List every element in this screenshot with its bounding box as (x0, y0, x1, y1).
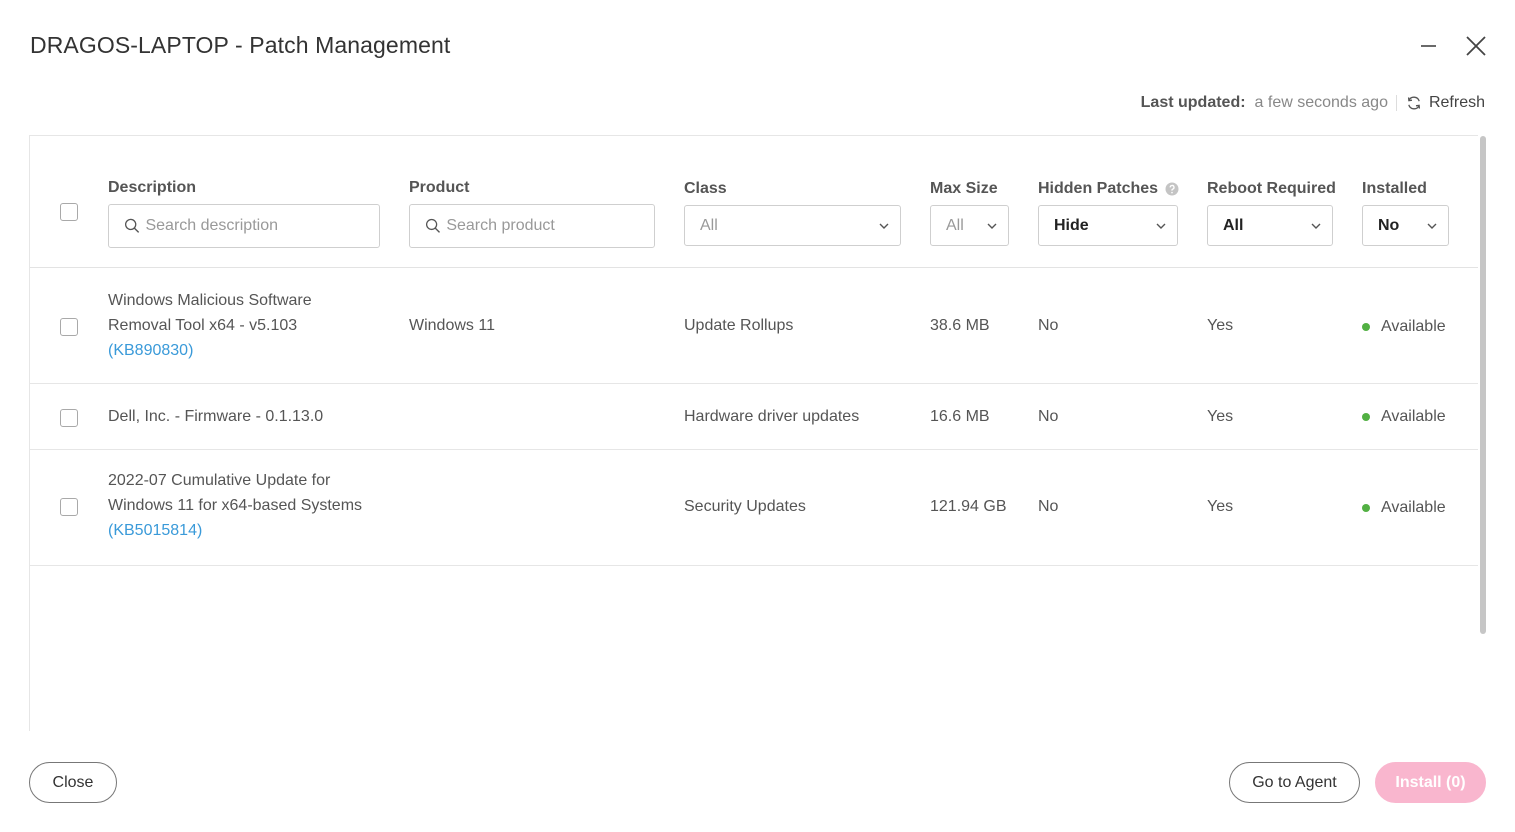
chevron-down-icon (1156, 223, 1166, 229)
table-row[interactable]: Dell, Inc. - Firmware - 0.1.13.0 Hardwar… (30, 384, 1478, 450)
table-row[interactable]: Windows Malicious Software Removal Tool … (30, 268, 1478, 384)
close-icon (1466, 36, 1486, 56)
patch-hidden: No (1038, 408, 1059, 425)
column-header-reboot-required: Reboot Required (1207, 180, 1336, 197)
status-dot-icon (1362, 503, 1370, 512)
row-checkbox[interactable] (60, 318, 78, 336)
chevron-down-icon (1427, 223, 1437, 229)
status-dot-icon (1362, 322, 1370, 331)
patch-management-dialog: DRAGOS-LAPTOP - Patch Management Last up… (0, 0, 1515, 832)
installed-filter-select[interactable]: No (1362, 205, 1449, 246)
max-size-filter-select[interactable]: All (930, 205, 1009, 246)
status-label: Available (1381, 318, 1446, 335)
description-line: Windows 11 for x64-based Systems (108, 497, 363, 514)
description-search-input[interactable] (145, 217, 379, 235)
patch-class: Hardware driver updates (684, 408, 860, 425)
patch-status: Available (1362, 404, 1446, 429)
patch-size: 16.6 MB (930, 408, 990, 425)
patch-hidden: No (1038, 317, 1059, 334)
product-search-input[interactable] (446, 217, 654, 235)
reboot-required-filter-select[interactable]: All (1207, 205, 1333, 246)
patch-class: Security Updates (684, 498, 806, 515)
patch-hidden: No (1038, 498, 1059, 515)
close-button[interactable]: Close (29, 762, 117, 803)
table-row[interactable]: 2022-07 Cumulative Update for Windows 11… (30, 450, 1478, 566)
chevron-down-icon (879, 223, 889, 229)
patch-status: Available (1362, 314, 1446, 339)
patch-class: Update Rollups (684, 317, 794, 334)
description-line: Windows Malicious Software (108, 292, 312, 309)
table-header: Description Product Class All (30, 136, 1478, 268)
patch-size: 38.6 MB (930, 317, 990, 334)
description-line: Removal Tool x64 - v5.103 (108, 317, 298, 334)
kb-link[interactable]: (KB890830) (108, 338, 312, 363)
help-icon[interactable] (1165, 182, 1179, 196)
hidden-patches-filter-value: Hide (1054, 216, 1089, 234)
select-all-checkbox[interactable] (60, 203, 78, 221)
status-label: Available (1381, 408, 1446, 425)
separator (1395, 95, 1397, 111)
install-button[interactable]: Install (0) (1375, 762, 1486, 803)
column-header-max-size: Max Size (930, 180, 998, 197)
patch-description: Windows Malicious Software Removal Tool … (108, 288, 312, 363)
patch-reboot: Yes (1207, 317, 1234, 334)
hidden-patches-filter-select[interactable]: Hide (1038, 205, 1178, 246)
refresh-button[interactable]: Refresh (1406, 94, 1485, 112)
status-label: Available (1381, 499, 1446, 516)
minimize-icon (1421, 45, 1436, 47)
go-to-agent-button[interactable]: Go to Agent (1229, 762, 1360, 803)
close-dialog-button[interactable] (1463, 32, 1489, 60)
scrollbar-thumb[interactable] (1480, 136, 1486, 634)
column-header-product: Product (409, 179, 470, 196)
description-search[interactable] (108, 204, 380, 248)
kb-link[interactable]: (KB5015814) (108, 518, 362, 543)
product-search[interactable] (409, 204, 655, 248)
search-icon (125, 218, 140, 233)
row-checkbox[interactable] (60, 409, 78, 427)
patch-description: 2022-07 Cumulative Update for Windows 11… (108, 468, 362, 543)
patch-size: 121.94 GB (930, 498, 1007, 515)
patch-reboot: Yes (1207, 408, 1234, 425)
last-updated-value: a few seconds ago (1254, 94, 1388, 111)
patch-reboot: Yes (1207, 498, 1234, 515)
patch-description: Dell, Inc. - Firmware - 0.1.13.0 (108, 408, 324, 425)
refresh-label: Refresh (1428, 94, 1485, 111)
class-filter-value: All (700, 216, 718, 234)
chevron-down-icon (1311, 223, 1321, 229)
last-updated-label: Last updated: (1140, 94, 1246, 111)
minimize-button[interactable] (1416, 32, 1442, 60)
patch-table: Description Product Class All (29, 135, 1486, 731)
row-checkbox[interactable] (60, 498, 78, 516)
last-updated-bar: Last updated: a few seconds ago Refresh (1141, 94, 1485, 112)
max-size-filter-value: All (946, 216, 964, 234)
hidden-patches-label: Hidden Patches (1038, 180, 1159, 197)
column-header-description: Description (108, 179, 197, 196)
refresh-icon (1407, 96, 1421, 110)
installed-filter-value: No (1378, 216, 1400, 234)
column-header-class: Class (684, 180, 727, 197)
reboot-required-filter-value: All (1223, 216, 1244, 234)
search-icon (425, 218, 440, 233)
column-header-hidden-patches: Hidden Patches (1038, 180, 1179, 198)
patch-status: Available (1362, 495, 1446, 520)
status-dot-icon (1362, 412, 1370, 421)
column-header-installed: Installed (1362, 180, 1427, 197)
description-line: 2022-07 Cumulative Update for (108, 472, 331, 489)
patch-product: Windows 11 (409, 317, 495, 334)
chevron-down-icon (987, 223, 997, 229)
dialog-title: DRAGOS-LAPTOP - Patch Management (30, 32, 451, 58)
class-filter-select[interactable]: All (684, 205, 901, 246)
